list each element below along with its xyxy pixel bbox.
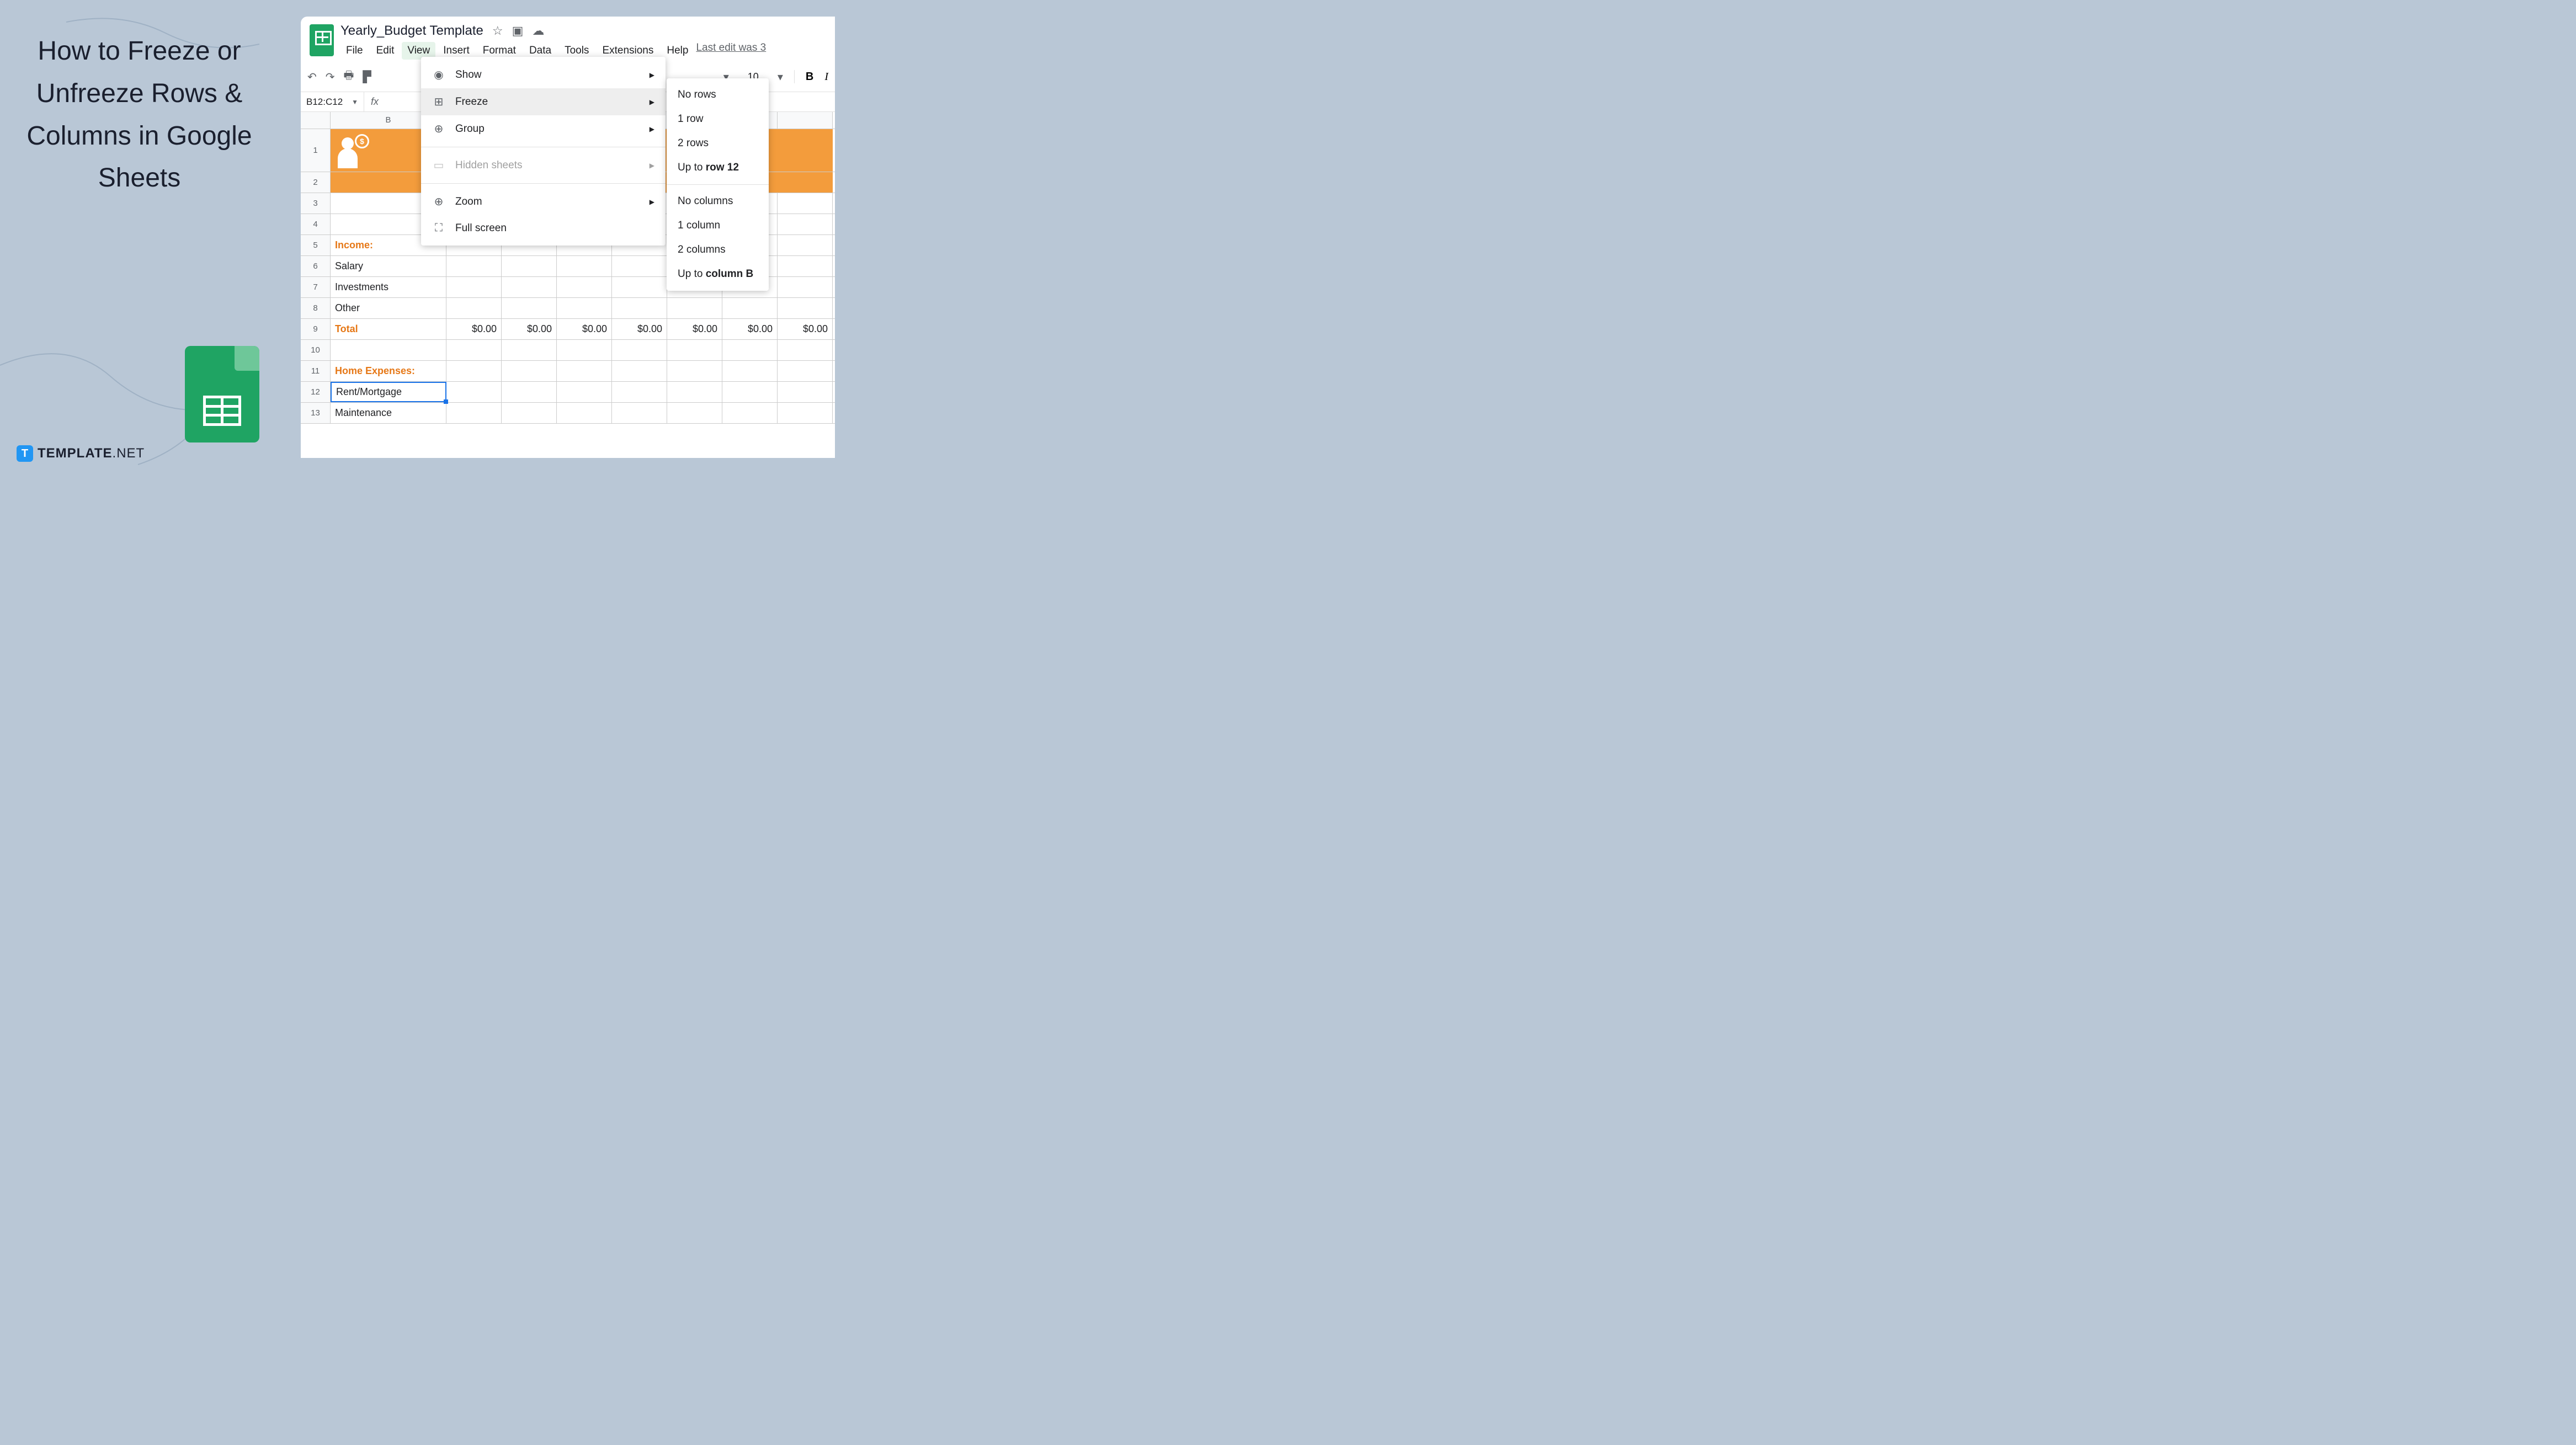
submenu-arrow-icon: ▶ bbox=[650, 125, 654, 133]
move-folder-icon[interactable]: ▣ bbox=[512, 24, 524, 38]
cell-total-val[interactable]: $0.00 bbox=[722, 319, 778, 339]
dropdown-arrow-icon[interactable]: ▾ bbox=[778, 70, 783, 84]
view-dropdown-menu: ◉ Show ▶ ⊞ Freeze ▶ ⊕ Group ▶ ▭ Hidden s… bbox=[421, 57, 666, 246]
cell-total-val[interactable]: $0.00 bbox=[446, 319, 502, 339]
menu-item-show[interactable]: ◉ Show ▶ bbox=[421, 61, 666, 88]
cell-total-val[interactable]: $0.00 bbox=[778, 319, 833, 339]
row-header-10[interactable]: 10 bbox=[301, 340, 331, 360]
cell-total-val[interactable]: $0.00 bbox=[667, 319, 722, 339]
row-header-5[interactable]: 5 bbox=[301, 235, 331, 255]
freeze-up-to-column[interactable]: Up to column B bbox=[667, 262, 769, 286]
col-header[interactable] bbox=[778, 112, 833, 129]
freeze-up-to-row[interactable]: Up to row 12 bbox=[667, 156, 769, 180]
submenu-arrow-icon: ▶ bbox=[650, 71, 654, 79]
left-info-panel: How to Freeze or Unfreeze Rows & Columns… bbox=[0, 0, 279, 476]
freeze-submenu: No rows 1 row 2 rows Up to row 12 No col… bbox=[667, 78, 769, 291]
last-edit-link[interactable]: Last edit was 3 bbox=[696, 42, 766, 60]
freeze-1-column[interactable]: 1 column bbox=[667, 214, 769, 238]
row-header-3[interactable]: 3 bbox=[301, 193, 331, 214]
cell-total-val[interactable]: $0.00 bbox=[557, 319, 612, 339]
select-all-corner[interactable] bbox=[301, 112, 331, 129]
row-header-8[interactable]: 8 bbox=[301, 298, 331, 318]
eye-icon: ◉ bbox=[432, 68, 445, 82]
menu-edit[interactable]: Edit bbox=[371, 42, 400, 60]
menu-item-hidden-sheets: ▭ Hidden sheets ▶ bbox=[421, 152, 666, 179]
bold-button[interactable]: B bbox=[806, 71, 813, 83]
submenu-arrow-icon: ▶ bbox=[650, 98, 654, 106]
cell-total-val[interactable]: $0.00 bbox=[502, 319, 557, 339]
freeze-icon: ⊞ bbox=[432, 95, 445, 109]
submenu-arrow-icon: ▶ bbox=[650, 162, 654, 169]
brand-name-1: TEMPLATE bbox=[38, 446, 113, 461]
cell-home-expenses[interactable]: Home Expenses: bbox=[331, 361, 446, 381]
cell-total[interactable]: Total bbox=[331, 319, 446, 339]
row-header-6[interactable]: 6 bbox=[301, 256, 331, 276]
freeze-2-columns[interactable]: 2 columns bbox=[667, 238, 769, 262]
group-icon: ⊕ bbox=[432, 122, 445, 136]
zoom-icon: ⊕ bbox=[432, 195, 445, 209]
formula-bar-fx: fx bbox=[364, 96, 385, 108]
freeze-2-rows[interactable]: 2 rows bbox=[667, 131, 769, 156]
chevron-down-icon[interactable]: ▼ bbox=[352, 98, 358, 106]
freeze-no-rows[interactable]: No rows bbox=[667, 83, 769, 107]
selection-handle[interactable] bbox=[444, 399, 448, 404]
italic-button[interactable]: I bbox=[824, 71, 828, 83]
menu-item-fullscreen[interactable]: ⛶ Full screen bbox=[421, 215, 666, 241]
row-header-4[interactable]: 4 bbox=[301, 214, 331, 234]
freeze-no-columns[interactable]: No columns bbox=[667, 189, 769, 214]
freeze-1-row[interactable]: 1 row bbox=[667, 107, 769, 131]
undo-icon[interactable]: ↶ bbox=[307, 70, 317, 84]
row-header-7[interactable]: 7 bbox=[301, 277, 331, 297]
cloud-saved-icon: ☁ bbox=[532, 24, 544, 38]
cell-investments[interactable]: Investments bbox=[331, 277, 446, 297]
brand-name-2: .NET bbox=[113, 446, 145, 461]
template-icon: T bbox=[17, 445, 33, 462]
name-box[interactable]: B12:C12 ▼ bbox=[301, 92, 364, 111]
menu-file[interactable]: File bbox=[340, 42, 369, 60]
tutorial-title: How to Freeze or Unfreeze Rows & Columns… bbox=[25, 30, 254, 200]
menu-item-zoom[interactable]: ⊕ Zoom ▶ bbox=[421, 188, 666, 215]
submenu-arrow-icon: ▶ bbox=[650, 198, 654, 206]
row-header-9[interactable]: 9 bbox=[301, 319, 331, 339]
cell-salary[interactable]: Salary bbox=[331, 256, 446, 276]
redo-icon[interactable]: ↷ bbox=[326, 70, 335, 84]
template-net-brand: T TEMPLATE.NET bbox=[17, 445, 145, 462]
star-icon[interactable]: ☆ bbox=[492, 24, 503, 38]
menu-item-freeze[interactable]: ⊞ Freeze ▶ bbox=[421, 88, 666, 115]
row-header-13[interactable]: 13 bbox=[301, 403, 331, 423]
cell-total-val[interactable]: $0.00 bbox=[612, 319, 667, 339]
fullscreen-icon: ⛶ bbox=[432, 222, 445, 234]
print-icon[interactable]: 🖶 bbox=[344, 67, 354, 86]
sheets-app-icon[interactable] bbox=[310, 24, 334, 56]
cell-rent-selected[interactable]: Rent/Mortgage bbox=[331, 382, 446, 402]
row-header-1[interactable]: 1 bbox=[301, 129, 331, 172]
sheets-logo-large bbox=[185, 346, 259, 442]
row-header-11[interactable]: 11 bbox=[301, 361, 331, 381]
menu-item-group[interactable]: ⊕ Group ▶ bbox=[421, 115, 666, 142]
document-title[interactable]: Yearly_Budget Template bbox=[340, 23, 483, 39]
row-header-12[interactable]: 12 bbox=[301, 382, 331, 402]
menu-help[interactable]: Help bbox=[661, 42, 694, 60]
hidden-sheets-icon: ▭ bbox=[432, 158, 445, 172]
cell-maintenance[interactable]: Maintenance bbox=[331, 403, 446, 423]
row-header-2[interactable]: 2 bbox=[301, 172, 331, 193]
paint-format-icon[interactable]: ▛ bbox=[363, 70, 371, 84]
budget-person-icon: $ bbox=[335, 133, 370, 168]
cell-other[interactable]: Other bbox=[331, 298, 446, 318]
